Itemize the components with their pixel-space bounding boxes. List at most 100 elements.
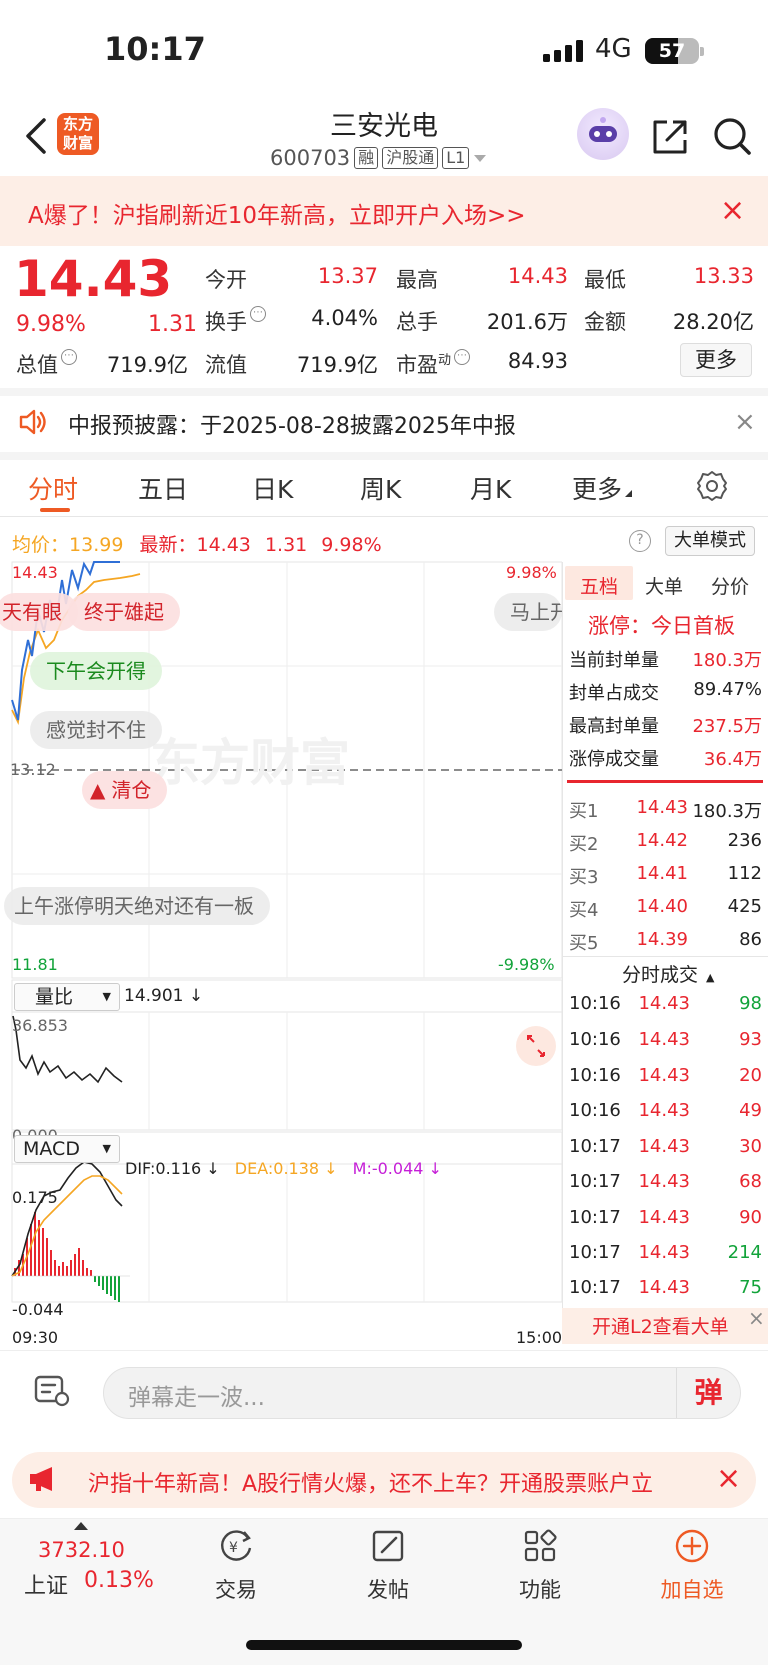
trade-price: 14.43 [638, 1136, 690, 1157]
danmu-bubble[interactable]: 终于雄起 [68, 593, 180, 631]
upgrade-close-icon[interactable]: × [748, 1306, 765, 1330]
bid-volume: 425 [727, 896, 762, 917]
trade-price: 14.43 [638, 1100, 690, 1121]
macd-axis-max: 0.175 [12, 1188, 58, 1207]
vol-axis-max: 36.853 [12, 1016, 68, 1035]
info-icon[interactable]: ⋯ [250, 306, 266, 322]
share-icon[interactable] [651, 118, 689, 156]
nav-trade[interactable]: ¥ 交易 [186, 1528, 286, 1604]
settings-gear-icon[interactable] [696, 470, 728, 502]
nav-functions[interactable]: 功能 [490, 1528, 590, 1604]
big-order-mode-button[interactable]: 大单模式 [665, 526, 755, 556]
time-start: 09:30 [12, 1328, 59, 1347]
tab-intraday[interactable]: 分时 [28, 470, 78, 506]
axis-mid-price: 13.12 [10, 760, 56, 779]
network-type: 4G [595, 34, 632, 64]
battery-level: 57 [658, 40, 686, 62]
latest-change: 1.31 [264, 534, 308, 556]
danmu-bubble[interactable]: 上午涨停明天绝对还有一板 [4, 887, 270, 925]
tab-daily-k[interactable]: 日K [252, 470, 293, 506]
bid-price: 14.40 [636, 896, 688, 917]
comment-placeholder[interactable]: 弹幕走一波... [128, 1378, 265, 1412]
danmu-bubble[interactable]: 下午会开得 [30, 652, 162, 690]
ad-text[interactable]: 沪指十年新高！A股行情火爆，还不上车？开通股票账户立 [88, 1466, 704, 1498]
danmu-bubble[interactable]: 天有眼 [0, 593, 78, 631]
trades-title-text: 分时成交 [622, 964, 699, 986]
trade-icon: ¥ [221, 1530, 252, 1561]
value-high: 14.43 [507, 264, 568, 288]
value-low: 13.33 [693, 264, 754, 288]
axis-bottom-price: 11.81 [12, 955, 58, 974]
more-button[interactable]: 更多 [680, 343, 752, 377]
label-pe[interactable]: 市盈动 ⋯ [396, 349, 471, 379]
danmu-bubble[interactable]: 感觉封不住 [30, 711, 162, 749]
tab-big-orders[interactable]: 大单 [645, 572, 683, 599]
search-icon[interactable] [712, 116, 752, 156]
bid-label: 买1 [569, 801, 599, 822]
dropdown-caret-icon: ▼ [102, 990, 111, 1003]
promo-text[interactable]: A爆了！沪指刷新近10年新高，立即开户入场>> [28, 196, 526, 230]
danmu-toggle-button[interactable]: 弹 [676, 1368, 740, 1418]
battery-tip [700, 47, 704, 56]
nav-post[interactable]: 发帖 [338, 1528, 438, 1604]
trade-volume: 30 [739, 1136, 762, 1157]
nav-add-watchlist[interactable]: 加自选 [642, 1528, 742, 1604]
help-icon[interactable]: ? [629, 530, 651, 552]
avg-label: 均价： [12, 534, 70, 556]
label-turnover-rate[interactable]: 换手 ⋯ [205, 306, 266, 336]
info-icon[interactable]: ⋯ [61, 349, 77, 365]
label-turnover-rate-text: 换手 [205, 310, 247, 334]
change-percent: 9.98% [16, 312, 86, 337]
volume-ratio-label: 量比 [35, 986, 74, 1008]
notice-text[interactable]: 中报预披露：于2025-08-28披露2025年中报 [68, 408, 516, 440]
trades-title[interactable]: 分时成交 ▲ [622, 960, 714, 987]
assistant-robot-icon[interactable] [577, 108, 629, 160]
label-amount: 金额 [584, 310, 626, 334]
bid-price: 14.41 [636, 863, 688, 884]
comment-settings-icon[interactable] [33, 1374, 71, 1408]
megaphone-icon [30, 1467, 52, 1491]
tab-more[interactable]: 更多 [572, 470, 634, 506]
time-end: 15:00 [516, 1328, 563, 1347]
index-name[interactable]: 上证 [24, 1568, 68, 1600]
bid-label: 买3 [569, 867, 599, 888]
ad-close-icon[interactable]: × [716, 1462, 741, 1496]
trade-time: 10:16 [569, 1029, 621, 1050]
latest-pct: 9.98% [321, 534, 382, 556]
tab-five-levels[interactable]: 五档 [580, 572, 618, 599]
trade-price: 14.43 [638, 1171, 690, 1192]
macd-label: MACD [23, 1138, 80, 1160]
danmu-bubble[interactable]: ▲ 清仓 [82, 771, 168, 809]
info-icon[interactable]: ⋯ [454, 349, 471, 365]
watermark: 东方财富 [150, 735, 350, 791]
axis-top-pct: 9.98% [506, 563, 557, 582]
home-indicator[interactable] [246, 1640, 522, 1650]
notice-close-icon[interactable]: × [734, 409, 756, 435]
svg-text:¥: ¥ [229, 1540, 238, 1556]
limit-divider [567, 780, 763, 783]
bid-price: 14.39 [636, 929, 688, 950]
upgrade-l2-text[interactable]: 开通L2查看大单 [592, 1312, 729, 1339]
add-circle-icon [675, 1529, 709, 1563]
promo-close-icon[interactable]: × [720, 196, 745, 226]
latest-value: 14.43 [196, 534, 251, 556]
danmu-bubble[interactable]: 马上开 [494, 593, 562, 631]
trade-volume: 90 [739, 1207, 762, 1228]
index-pct[interactable]: 0.13% [84, 1568, 154, 1593]
value-amount: 28.20亿 [672, 310, 754, 334]
stock-code: 600703 [270, 146, 351, 170]
stock-code-row[interactable]: 600703 融 沪股通 L1 [270, 146, 487, 170]
index-value[interactable]: 3732.10 [38, 1538, 125, 1562]
tab-price-dist[interactable]: 分价 [711, 572, 749, 599]
expand-icon-bg[interactable] [516, 1026, 556, 1066]
tab-monthly-k[interactable]: 月K [470, 470, 511, 506]
volume-ratio-selector[interactable]: 量比 ▼ [14, 983, 120, 1011]
trade-volume: 98 [739, 993, 762, 1014]
divider [0, 452, 768, 460]
tab-five-day[interactable]: 五日 [138, 470, 188, 506]
label-market-cap[interactable]: 总值 ⋯ [16, 349, 77, 379]
trade-time: 10:17 [569, 1136, 621, 1157]
dropdown-caret-icon: ▼ [102, 1142, 111, 1155]
macd-selector[interactable]: MACD ▼ [14, 1135, 120, 1163]
tab-weekly-k[interactable]: 周K [360, 470, 401, 506]
